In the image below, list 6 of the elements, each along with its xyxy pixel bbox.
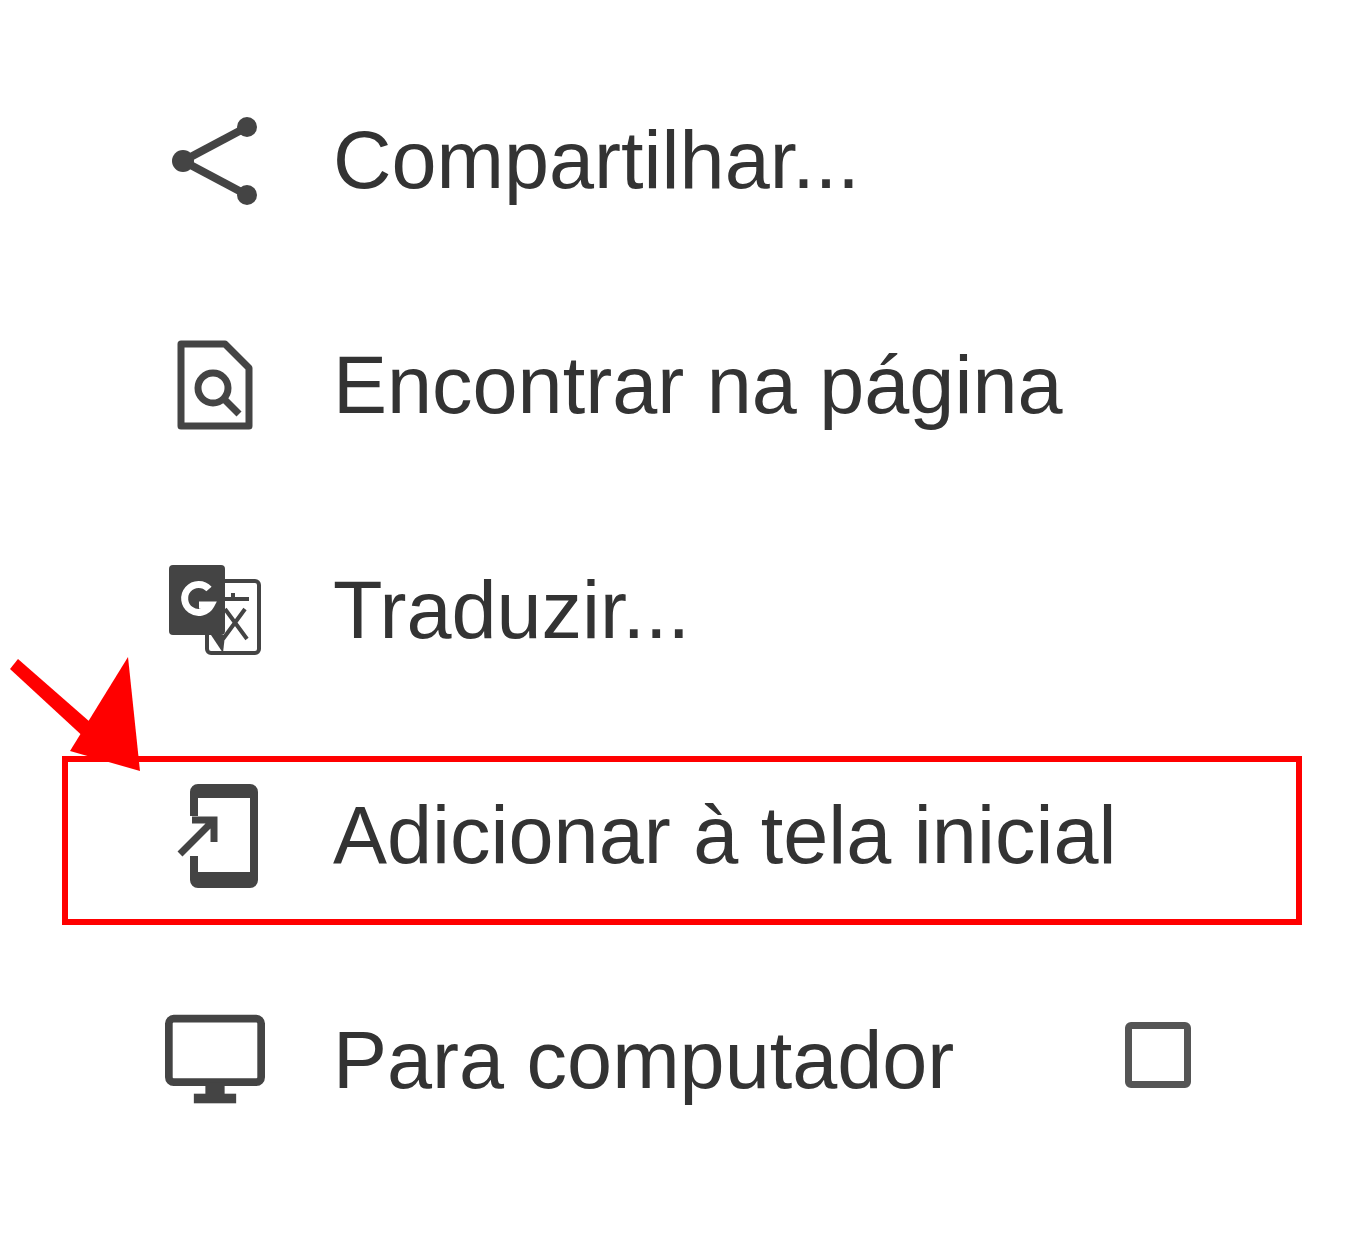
menu-item[interactable]: Para computador [165, 1012, 955, 1109]
menu-item[interactable]: Traduzir... [165, 562, 691, 659]
menu-item[interactable]: Encontrar na página [165, 337, 1063, 434]
menu-item[interactable]: Adicionar à tela inicial [165, 783, 1117, 888]
checkbox[interactable] [1125, 1022, 1191, 1088]
menu-item[interactable]: Compartilhar... [165, 112, 860, 209]
